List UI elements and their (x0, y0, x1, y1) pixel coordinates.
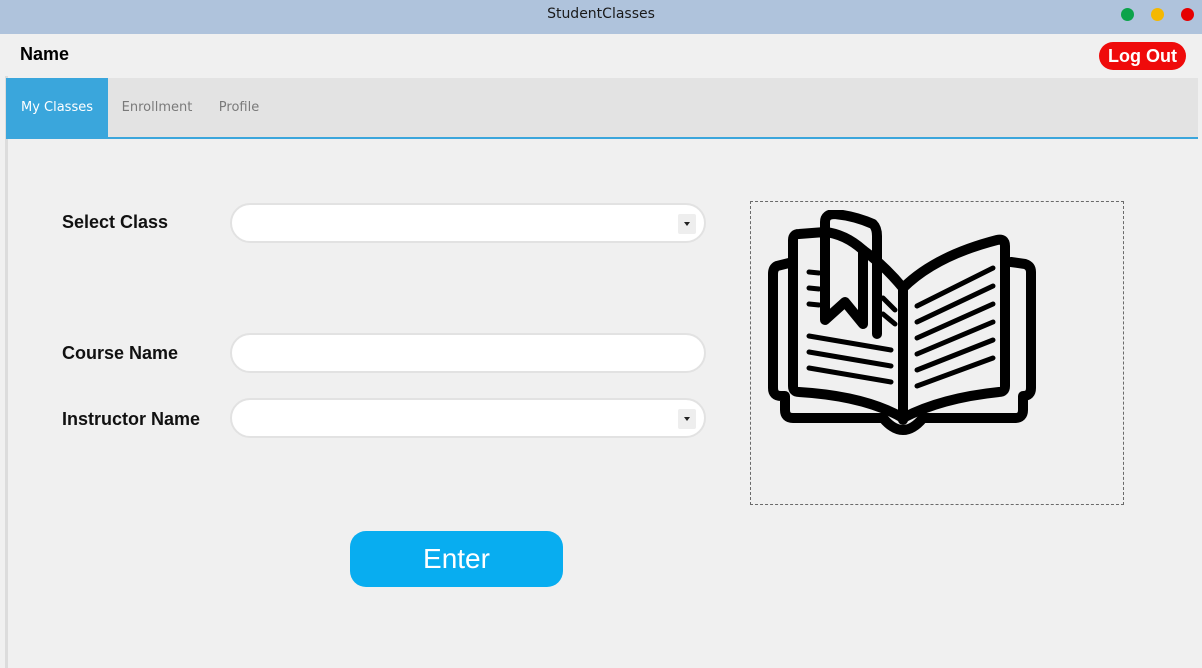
class-image-box (750, 201, 1124, 505)
chevron-down-icon[interactable] (678, 409, 696, 429)
minimize-button[interactable] (1151, 8, 1164, 21)
panel-border (5, 76, 8, 668)
enter-button[interactable]: Enter (350, 531, 563, 587)
logout-button[interactable]: Log Out (1099, 42, 1186, 70)
tab-enrollment[interactable]: Enrollment (114, 78, 200, 137)
instructor-name-dropdown[interactable] (230, 398, 706, 438)
course-name-label: Course Name (62, 343, 179, 363)
select-class-label: Select Class (62, 212, 169, 232)
tab-my-classes[interactable]: My Classes (6, 78, 108, 137)
instructor-name-label: Instructor Name (62, 409, 201, 429)
window-titlebar: StudentClasses (0, 0, 1202, 34)
chevron-down-icon[interactable] (678, 214, 696, 234)
open-book-icon (768, 210, 1036, 435)
tab-bar: My Classes Enrollment Profile (6, 78, 1198, 139)
select-class-dropdown[interactable] (230, 203, 706, 243)
window-title: StudentClasses (547, 6, 655, 22)
maximize-button[interactable] (1121, 8, 1134, 21)
tab-profile[interactable]: Profile (206, 78, 272, 137)
user-name: Name (20, 44, 70, 64)
course-name-input[interactable] (230, 333, 706, 373)
close-button[interactable] (1181, 8, 1194, 21)
